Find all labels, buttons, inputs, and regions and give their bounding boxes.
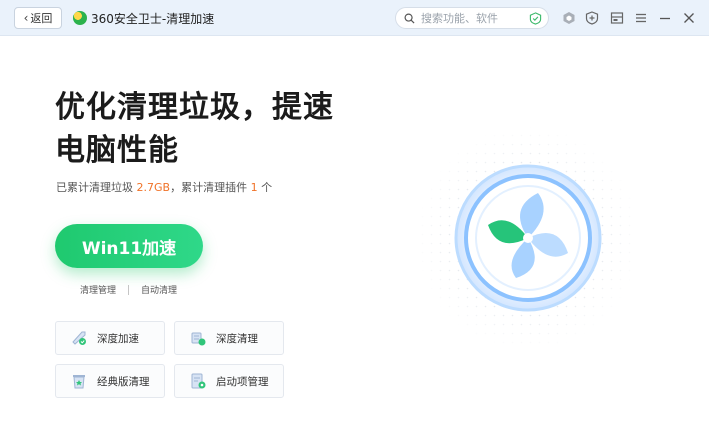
title-bar: ‹ 返回 360安全卫士-清理加速 — [0, 0, 709, 36]
tool-deep-clean[interactable]: 深度清理 — [174, 321, 284, 355]
shield-plus-icon[interactable] — [585, 11, 599, 25]
broom-icon — [189, 329, 207, 347]
app-logo-icon — [73, 11, 87, 25]
startup-icon — [189, 372, 207, 390]
menu-icon[interactable] — [634, 11, 648, 25]
junk-size-value: 2.7GB — [137, 181, 171, 194]
search-icon — [404, 13, 415, 24]
tool-label: 深度清理 — [216, 331, 258, 346]
search-box[interactable] — [395, 7, 549, 29]
headline-line-1: 优化清理垃圾，提速 — [55, 86, 334, 129]
plugin-count-value: 1 — [251, 181, 258, 194]
hexagon-icon[interactable] — [562, 11, 576, 25]
search-input[interactable] — [421, 12, 525, 25]
headline-line-2: 电脑性能 — [55, 129, 334, 172]
auto-cleanup-link[interactable]: 自动清理 — [141, 283, 177, 296]
tool-deep-speedup[interactable]: 深度加速 — [55, 321, 165, 355]
shield-check-icon[interactable] — [529, 12, 542, 25]
minimize-icon[interactable] — [658, 11, 672, 25]
stats-suffix: 个 — [258, 181, 273, 194]
cleanup-stats: 已累计清理垃圾 2.7GB，累计清理插件 1 个 — [56, 179, 272, 195]
trash-icon — [70, 372, 88, 390]
tool-label: 启动项管理 — [216, 374, 269, 389]
skin-icon[interactable] — [610, 11, 624, 25]
sub-links: 清理管理 自动清理 — [80, 283, 177, 296]
tool-label: 深度加速 — [97, 331, 139, 346]
chevron-left-icon: ‹ — [24, 11, 29, 25]
divider — [128, 285, 129, 295]
tool-startup-manager[interactable]: 启动项管理 — [174, 364, 284, 398]
win11-speedup-button[interactable]: Win11加速 — [55, 224, 203, 268]
window-title: 360安全卫士-清理加速 — [91, 10, 214, 27]
rocket-icon — [70, 329, 88, 347]
close-icon[interactable] — [682, 11, 696, 25]
back-button[interactable]: ‹ 返回 — [14, 7, 62, 29]
back-button-label: 返回 — [30, 10, 52, 26]
tool-classic-clean[interactable]: 经典版清理 — [55, 364, 165, 398]
stats-middle: ，累计清理插件 — [170, 181, 251, 194]
tool-label: 经典版清理 — [97, 374, 150, 389]
speedup-fan-illustration — [418, 113, 638, 363]
cleanup-manage-link[interactable]: 清理管理 — [80, 283, 116, 296]
stats-prefix: 已累计清理垃圾 — [56, 181, 137, 194]
page-headline: 优化清理垃圾，提速 电脑性能 — [55, 86, 334, 172]
